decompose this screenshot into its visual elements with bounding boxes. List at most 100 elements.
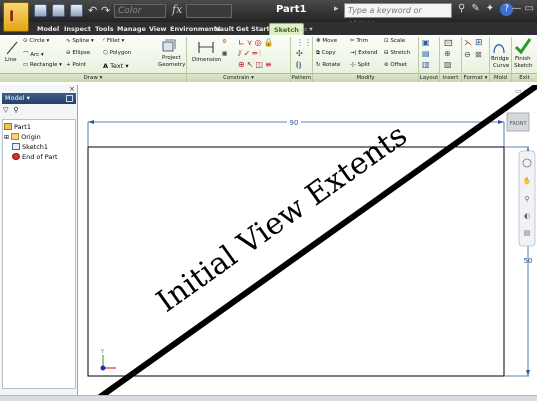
tab-view[interactable]: View [149,23,167,35]
binoculars-icon[interactable]: ⚲ [458,3,465,16]
zoom-icon[interactable]: ⚲ [524,195,529,203]
fillet-button[interactable]: ◜ Fillet ▾ [103,38,124,44]
tree-item-sketch[interactable]: Sketch1 [12,143,48,152]
bridge-curve-label-1[interactable]: Bridge [491,56,509,62]
line-label[interactable]: Line [5,57,16,63]
tab-manage[interactable]: Manage [117,23,146,35]
tab-tools[interactable]: Tools [95,23,114,35]
circular-pattern-icon[interactable]: ✣ [296,49,303,58]
application-menu-button[interactable]: I [3,2,29,32]
text-button[interactable]: A Text ▾ [103,62,129,70]
tab-vault[interactable]: Vault [215,23,234,35]
horizontal-dimension-value[interactable]: 90 [290,119,299,127]
construction-icon[interactable]: ⋋ [464,38,472,47]
pan-icon[interactable]: ✋ [523,176,532,185]
bridge-curve-label-2[interactable]: Curve [493,63,509,69]
insert-panel-label[interactable]: Insert [440,73,461,82]
offset-button[interactable]: ⊚ Offset [384,62,407,68]
project-geometry-label-2[interactable]: Geometry [158,62,185,68]
search-arrow-icon[interactable]: ▸ [334,4,339,14]
save-icon[interactable] [70,4,83,17]
split-button[interactable]: -|- Split [350,62,370,68]
rotate-button[interactable]: ↻ Rotate [316,62,340,68]
tab-inspect[interactable]: Inspect [64,23,91,35]
tab-sketch[interactable]: Sketch [269,23,304,35]
graphics-window[interactable]: 90 50 ✋ ⚲ ◐ ▤ FRONT ▭ ▭ Y Initial View E… [79,85,537,395]
vertical-dimension-value[interactable]: 50 [524,257,533,265]
modify-panel-label[interactable]: Modify [313,73,418,82]
tab-overflow-icon[interactable]: ▭ ▾ [301,23,313,35]
look-at-icon[interactable]: ▤ [524,229,531,237]
extend-button[interactable]: →| Extend [350,50,377,56]
arc-button[interactable]: ⌒ Arc ▾ [23,50,44,58]
rectangular-pattern-icon[interactable]: ⋮⋮ [296,38,312,47]
finish-sketch-label-1[interactable]: Finish [515,56,531,62]
stretch-button[interactable]: ⊟ Stretch [384,50,410,56]
constraint-row-3[interactable]: ⊕↖◫≡ [238,60,274,69]
acad-icon[interactable]: ▧ [444,60,452,69]
origin-point[interactable] [100,365,106,371]
sketch-rectangle[interactable] [87,146,505,377]
project-geometry-label-1[interactable]: Project [162,55,181,61]
tree-item-origin[interactable]: ⊞ Origin [4,133,41,142]
mold-panel-label[interactable]: Mold [490,73,511,82]
tree-item-part[interactable]: Part1 [4,123,31,132]
copy-button[interactable]: ⧉ Copy [316,50,336,57]
draw-panel-label[interactable]: Draw ▾ [0,73,186,82]
minimize-icon[interactable]: — ▭ [511,3,534,14]
new-icon[interactable] [34,4,47,17]
orbit-icon[interactable]: ◐ [524,212,530,220]
expand-icon[interactable]: ⊞ [4,134,9,141]
fx-icon[interactable]: fx [172,3,182,16]
create-block-icon[interactable]: ▥ [422,60,430,69]
pattern-panel-label[interactable]: Pattern [291,73,312,82]
project-geometry-icon[interactable] [162,39,176,53]
circle-button[interactable]: ⊙ Circle ▾ [23,38,49,44]
centerline-icon[interactable]: ⊞ [475,38,483,48]
exit-panel-label[interactable]: Exit [512,73,537,82]
parameters-dropdown[interactable] [186,4,232,18]
tab-environments[interactable]: Environments [170,23,221,35]
filter-icon[interactable]: ▽ [3,106,8,114]
viewcube-face-label[interactable]: FRONT [509,121,527,127]
color-combo[interactable]: Color [114,4,166,18]
finish-sketch-icon[interactable] [514,37,532,55]
dimension-icon[interactable] [198,40,214,54]
center-point-icon[interactable]: ⊖ [464,50,471,59]
tree-item-end-of-part[interactable]: End of Part [12,153,58,162]
dimension-label[interactable]: Dimension [192,57,221,63]
scale-button[interactable]: ⊡ Scale [384,38,405,44]
tab-model[interactable]: Model [37,23,59,35]
points-icon[interactable]: ⊕ [444,49,451,58]
rectangle-button[interactable]: ▭ Rectangle ▾ [23,62,62,68]
polygon-button[interactable]: ⬡ Polygon [103,50,131,56]
tools-icon[interactable]: ✎ [471,3,479,16]
driven-dimension-icon[interactable]: ⊠ [475,50,482,59]
make-components-icon[interactable]: ▤ [422,49,430,58]
make-part-icon[interactable]: ▣ [422,38,430,47]
constraint-settings-icon[interactable]: ⚙ [222,39,227,45]
browser-menu-icon[interactable] [66,95,73,102]
find-icon[interactable]: ⚲ [13,106,18,114]
constraint-row-2[interactable]: ⫽✓═⦙ [238,49,263,59]
mirror-icon[interactable]: ⦗⦘ [296,60,301,70]
sketch-view[interactable]: 90 50 ✋ ⚲ ◐ ▤ FRONT ▭ ▭ Y Initial View E… [79,85,537,395]
show-constraints-icon[interactable]: ▦ [222,51,227,57]
line-icon[interactable] [6,41,18,55]
browser-header[interactable]: Model ▾ [2,93,76,104]
trim-button[interactable]: ✂ Trim [350,38,368,44]
search-input[interactable]: Type a keyword or phrase [344,3,452,28]
account-icon[interactable]: ✦ [486,3,494,16]
redo-icon[interactable]: ↷ [101,4,110,17]
close-icon[interactable]: × [69,85,75,93]
point-button[interactable]: + Point [66,62,86,68]
spline-button[interactable]: ∿ Spline ▾ [66,38,94,44]
format-panel-label[interactable]: Format ▾ [462,73,489,82]
move-button[interactable]: ✥ Move [316,38,337,44]
constraint-row-1[interactable]: ∟⋎◎🔒 [238,38,276,47]
layout-panel-label[interactable]: Layout [419,73,439,82]
bridge-curve-icon[interactable] [491,39,507,55]
finish-sketch-label-2[interactable]: Sketch [514,63,533,69]
undo-icon[interactable]: ↶ [88,4,97,17]
constrain-panel-label[interactable]: Constrain ▾ [187,73,290,82]
